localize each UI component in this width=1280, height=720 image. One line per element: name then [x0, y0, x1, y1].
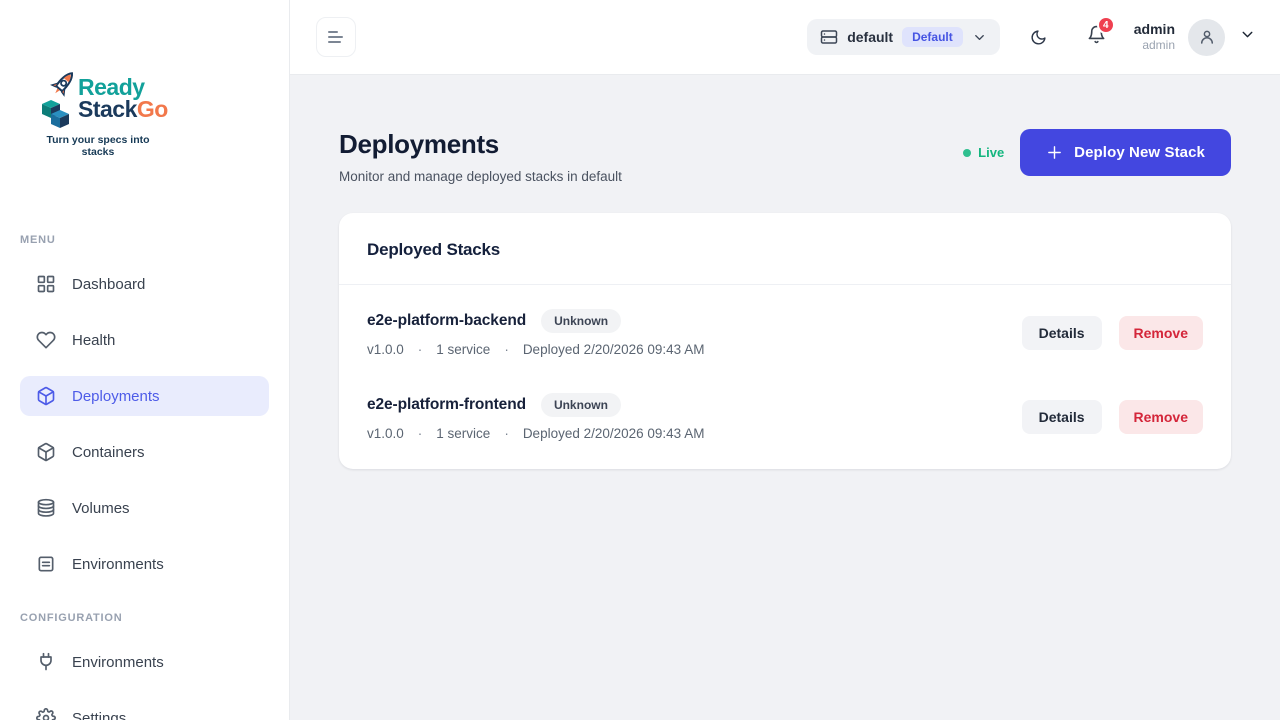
live-label: Live: [978, 145, 1004, 160]
user-icon: [1198, 28, 1216, 46]
topbar: default Default 4 admin admin: [290, 0, 1280, 75]
stack-row-frontend: e2e-platform-frontend Unknown v1.0.0 · 1…: [339, 375, 1231, 459]
gear-icon: [36, 708, 56, 720]
sidebar-item-environments[interactable]: Environments: [20, 642, 269, 682]
stack-service-count: 1 service: [436, 342, 490, 357]
environment-default-badge: Default: [902, 27, 963, 47]
stack-meta: v1.0.0 · 1 service · Deployed 2/20/2026 …: [367, 342, 704, 357]
stack-name: e2e-platform-frontend: [367, 396, 526, 414]
moon-icon: [1030, 29, 1047, 46]
details-button[interactable]: Details: [1022, 400, 1102, 434]
deploy-button-label: Deploy New Stack: [1074, 144, 1205, 161]
cube-icon: [36, 442, 56, 462]
stack-row-backend: e2e-platform-backend Unknown v1.0.0 · 1 …: [339, 291, 1231, 375]
page-title: Deployments: [339, 129, 622, 160]
remove-button[interactable]: Remove: [1119, 316, 1203, 350]
grid-icon: [36, 274, 56, 294]
page-subtitle: Monitor and manage deployed stacks in de…: [339, 169, 622, 184]
stack-service-count: 1 service: [436, 426, 490, 441]
hamburger-icon: [327, 29, 345, 45]
rocket-stack-logo-icon: [36, 70, 82, 128]
dot-separator: ·: [418, 426, 423, 441]
dark-mode-toggle[interactable]: [1030, 29, 1047, 46]
stack-deployed-date: Deployed 2/20/2026 09:43 AM: [523, 426, 705, 441]
card-title: Deployed Stacks: [367, 240, 1203, 260]
stack-meta: v1.0.0 · 1 service · Deployed 2/20/2026 …: [367, 426, 704, 441]
plus-icon: [1046, 144, 1063, 161]
cube-icon: [36, 386, 56, 406]
dot-separator: ·: [504, 426, 509, 441]
stack-version: v1.0.0: [367, 426, 404, 441]
user-menu-labels[interactable]: admin admin: [1134, 21, 1175, 54]
sidebar-item-label: Containers: [72, 444, 145, 461]
notifications-button[interactable]: 4: [1087, 24, 1106, 50]
sidebar-item-dashboard[interactable]: Dashboard: [20, 264, 269, 304]
dot-separator: ·: [418, 342, 423, 357]
server-icon: [820, 28, 838, 46]
main-content: Deployments Monitor and manage deployed …: [290, 75, 1280, 720]
avatar[interactable]: [1188, 19, 1225, 56]
brand-wordmark: Ready StackGo: [78, 77, 168, 121]
sidebar-item-settings[interactable]: Settings: [20, 698, 269, 720]
live-dot: [963, 149, 971, 157]
live-status-indicator: Live: [963, 145, 1004, 160]
sidebar-item-label: Volumes: [72, 500, 130, 517]
stack-status-badge: Unknown: [541, 393, 621, 417]
stack-version: v1.0.0: [367, 342, 404, 357]
deployed-stacks-card: Deployed Stacks e2e-platform-backend Unk…: [339, 213, 1231, 469]
brand-word-go: Go: [137, 96, 168, 122]
environment-selector[interactable]: default Default: [807, 19, 1000, 55]
sidebar-item-label: Environments: [72, 654, 164, 671]
chevron-down-icon: [1239, 26, 1256, 43]
user-role: admin: [1134, 38, 1175, 53]
sidebar-item-deployments[interactable]: Deployments: [20, 376, 269, 416]
sidebar-item-label: Environments: [72, 556, 164, 573]
sidebar-item-stack-catalog[interactable]: Environments: [20, 544, 269, 584]
user-name: admin: [1134, 21, 1175, 39]
stack-status-badge: Unknown: [541, 309, 621, 333]
sidebar-item-health[interactable]: Health: [20, 320, 269, 360]
heart-icon: [36, 330, 56, 350]
database-icon: [36, 498, 56, 518]
brand-word-stack: Stack: [78, 96, 137, 122]
sidebar-item-label: Settings: [72, 710, 126, 720]
notification-count-badge: 4: [1097, 16, 1115, 34]
sidebar-item-label: Deployments: [72, 388, 160, 405]
user-menu-chevron[interactable]: [1239, 26, 1256, 48]
sidebar-item-label: Dashboard: [72, 276, 145, 293]
stack-deployed-date: Deployed 2/20/2026 09:43 AM: [523, 342, 705, 357]
sidebar-item-label: Health: [72, 332, 115, 349]
catalog-icon: [36, 554, 56, 574]
sidebar-section-menu: MENU: [20, 234, 289, 246]
sidebar: Ready StackGo Turn your specs into stack…: [0, 0, 290, 720]
stack-name: e2e-platform-backend: [367, 312, 526, 330]
sidebar-item-containers[interactable]: Containers: [20, 432, 269, 472]
sidebar-toggle-button[interactable]: [316, 17, 356, 57]
brand-tagline: Turn your specs into stacks: [36, 134, 160, 158]
deploy-new-stack-button[interactable]: Deploy New Stack: [1020, 129, 1231, 176]
dot-separator: ·: [504, 342, 509, 357]
chevron-down-icon: [972, 30, 987, 45]
sidebar-section-configuration: CONFIGURATION: [20, 612, 289, 624]
plug-icon: [36, 652, 56, 672]
brand-logo: Ready StackGo Turn your specs into stack…: [36, 70, 160, 158]
remove-button[interactable]: Remove: [1119, 400, 1203, 434]
environment-name: default: [847, 29, 893, 45]
details-button[interactable]: Details: [1022, 316, 1102, 350]
sidebar-item-volumes[interactable]: Volumes: [20, 488, 269, 528]
